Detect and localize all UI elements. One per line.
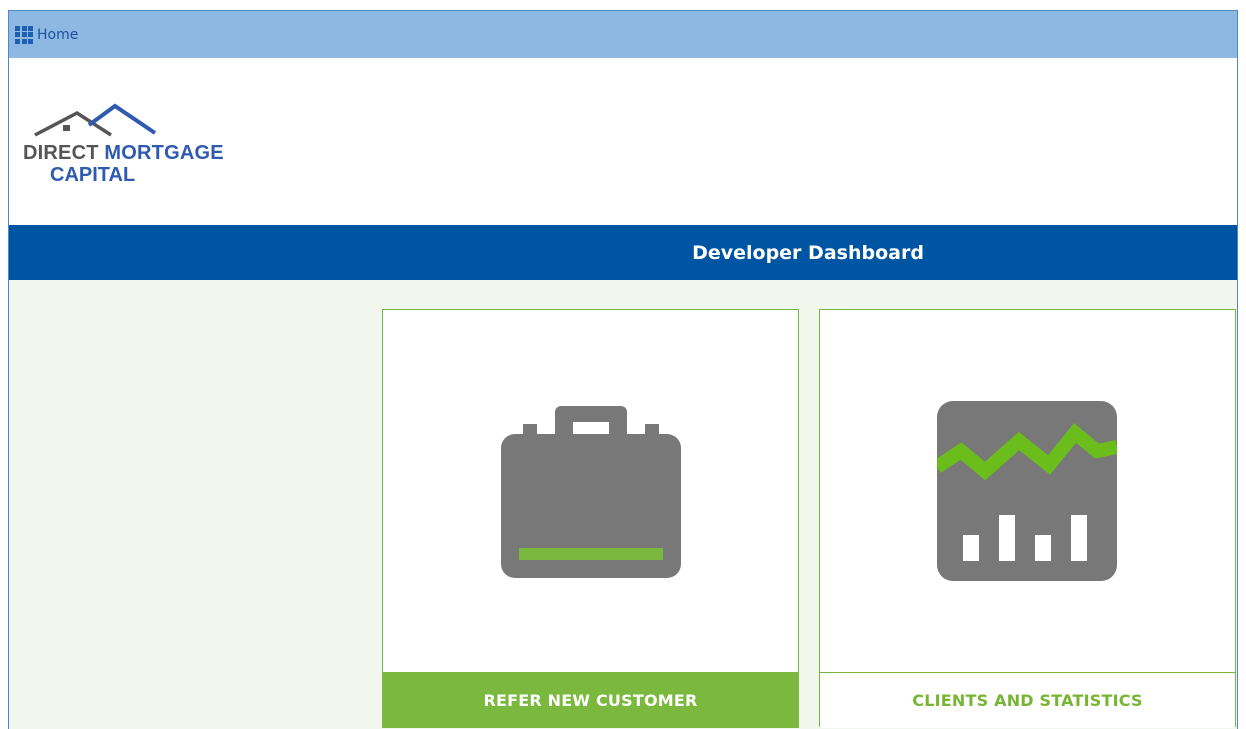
top-bar: Home xyxy=(9,11,1237,58)
apps-grid-icon[interactable] xyxy=(15,25,33,44)
dashboard-title-bar: Developer Dashboard xyxy=(9,225,1237,280)
logo-area: DIRECT MORTGAGE CAPITAL xyxy=(9,58,1237,225)
card-icon-area xyxy=(820,310,1235,673)
house-roof-icon xyxy=(34,103,157,137)
home-label[interactable]: Home xyxy=(37,27,78,43)
logo-text-line1: DIRECT MORTGAGE xyxy=(23,142,224,165)
app-frame: Home DIRECT MORTGAGE CAPITAL Developer D… xyxy=(8,10,1238,729)
dashboard-content: REFER NEW CUSTOMER CLIENTS AND STATISTIC… xyxy=(9,280,1237,729)
home-link[interactable]: Home xyxy=(15,25,78,44)
refer-new-customer-card[interactable]: REFER NEW CUSTOMER xyxy=(382,309,799,728)
clients-and-statistics-label[interactable]: CLIENTS AND STATISTICS xyxy=(820,672,1235,728)
logo-word-direct: DIRECT xyxy=(23,142,99,164)
refer-new-customer-label[interactable]: REFER NEW CUSTOMER xyxy=(382,672,799,728)
page-title: Developer Dashboard xyxy=(692,241,924,264)
logo-word-capital: CAPITAL xyxy=(50,164,136,186)
card-icon-area xyxy=(383,310,798,673)
logo-word-mortgage: MORTGAGE xyxy=(104,142,224,164)
company-logo[interactable]: DIRECT MORTGAGE CAPITAL xyxy=(23,98,243,198)
statistics-chart-icon xyxy=(937,401,1117,581)
clients-and-statistics-card[interactable]: CLIENTS AND STATISTICS xyxy=(819,309,1236,728)
briefcase-icon xyxy=(501,406,681,578)
